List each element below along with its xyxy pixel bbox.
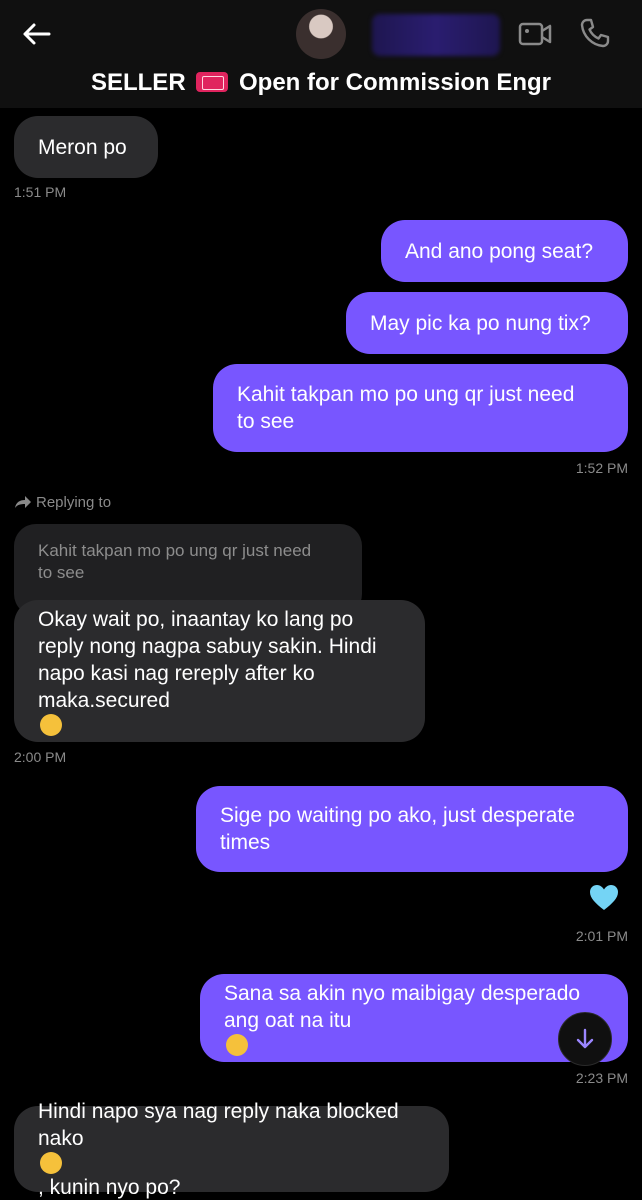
message-bubble-incoming[interactable]: Hindi napo sya nag reply naka blocked na… — [14, 1100, 449, 1199]
message-bubble-incoming[interactable]: Okay wait po, inaantay ko lang po reply … — [14, 600, 425, 742]
pleading-face-emoji-icon — [40, 714, 62, 736]
message-timestamp: 1:52 PM — [575, 460, 628, 476]
message-text-line: Hindi napo sya nag reply naka blocked — [38, 1099, 399, 1123]
message-text: maka.secured — [38, 689, 170, 712]
message-text-line: nako , kunin nyo po? — [38, 1125, 180, 1200]
message-text: May pic ka po nung tix? — [370, 311, 591, 335]
replying-to-label: Replying to — [14, 492, 111, 512]
voice-call-button[interactable] — [576, 14, 614, 52]
message-text-line: reply nong nagpa sabuy sakin. Hindi — [38, 635, 377, 658]
video-call-button[interactable] — [516, 16, 554, 52]
message-text-line: Sige po waiting po ako, just desperate — [220, 804, 575, 827]
message-text: Meron po — [38, 135, 127, 159]
message-text-line: napo kasi nag rereply after ko — [38, 662, 315, 685]
downcast-sweat-face-emoji-icon — [40, 1151, 62, 1174]
message-timestamp: 2:00 PM — [14, 749, 67, 765]
message-bubble-incoming[interactable]: Meron po — [14, 116, 158, 178]
light-blue-heart-icon — [590, 885, 618, 910]
title-part-seller: SELLER — [90, 69, 186, 96]
crying-face-emoji-icon — [226, 1034, 248, 1056]
conversation-header: SELLER Open for Commission Engr — [0, 0, 642, 108]
message-text-line: times — [220, 831, 271, 854]
message-bubble-outgoing[interactable]: Kahit takpan mo po ung qr just need to s… — [213, 364, 628, 452]
arrow-down-icon — [576, 1028, 594, 1049]
message-bubble-outgoing[interactable]: And ano pong seat? — [381, 220, 628, 282]
message-text: ang oat na itu — [224, 1009, 352, 1032]
message-timestamp: 2:01 PM — [575, 928, 628, 944]
message-text-line: to see — [237, 410, 295, 433]
ticket-icon — [196, 71, 229, 92]
message-text: , kunin nyo po? — [38, 1175, 181, 1199]
message-text: And ano pong seat? — [405, 239, 593, 263]
avatar[interactable] — [296, 9, 346, 59]
message-text-line: Okay wait po, inaantay ko lang po — [38, 608, 354, 631]
reply-arrow-icon — [15, 496, 31, 508]
phone-icon — [580, 18, 610, 48]
message-text: nako — [38, 1126, 84, 1150]
message-bubble-outgoing[interactable]: Sige po waiting po ako, just desperate t… — [196, 786, 628, 872]
replying-to-text: Replying to — [36, 493, 112, 511]
title-part-name: Open for Commission Engr — [239, 69, 552, 96]
quoted-text-line: Kahit takpan mo po ung qr just need — [38, 541, 312, 560]
message-text-line: Kahit takpan mo po ung qr just need — [237, 383, 575, 406]
back-button[interactable] — [18, 18, 54, 50]
message-text-line: ang oat na itu — [224, 1007, 351, 1056]
video-camera-icon — [518, 22, 552, 46]
message-text-line: maka.secured — [38, 687, 170, 736]
chat-screen: SELLER Open for Commission Engr Meron po… — [0, 0, 642, 1200]
conversation-title: SELLER Open for Commission Engr — [0, 66, 642, 100]
message-timestamp: 2:23 PM — [575, 1070, 628, 1086]
arrow-left-icon — [23, 23, 51, 45]
scroll-to-bottom-button[interactable] — [558, 1012, 612, 1066]
redacted-area — [372, 14, 500, 56]
quoted-text-line: to see — [38, 563, 85, 582]
message-timestamp: 1:51 PM — [14, 184, 67, 200]
message-bubble-outgoing[interactable]: May pic ka po nung tix? — [346, 292, 628, 354]
reaction[interactable] — [588, 882, 620, 914]
message-text-line: Sana sa akin nyo maibigay desperado — [224, 982, 581, 1005]
